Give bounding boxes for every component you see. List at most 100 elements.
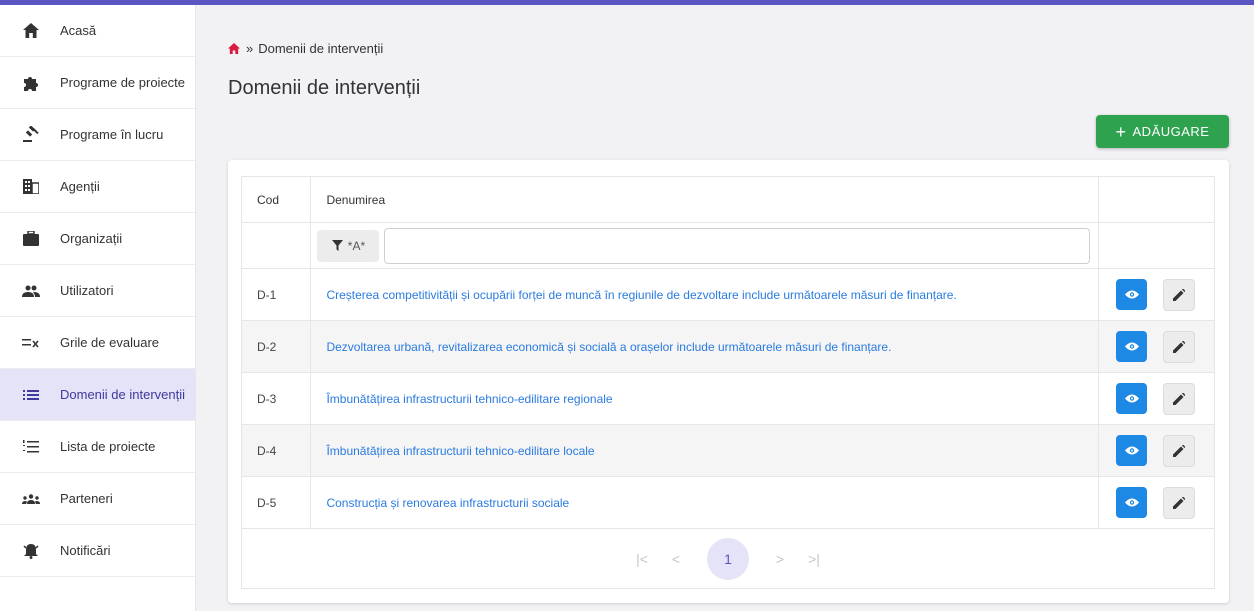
table-row: D-4 Îmbunătățirea infrastructurii tehnic… <box>240 424 1215 477</box>
sidebar-item-lista-de-proiecte[interactable]: Lista de proiecte <box>0 421 195 473</box>
sidebar-item-label: Programe în lucru <box>60 127 164 142</box>
row-actions <box>1098 424 1215 477</box>
people-icon <box>22 282 40 300</box>
main-content: » Domenii de intervenții Domenii de inte… <box>197 5 1254 611</box>
group-icon <box>22 490 40 508</box>
home-icon[interactable] <box>228 43 240 54</box>
filter-cell-empty <box>240 222 312 269</box>
row-name-link[interactable]: Îmbunătățirea infrastructurii tehnico-ed… <box>310 424 1100 477</box>
pencil-icon <box>1173 288 1186 301</box>
column-header-actions <box>1098 176 1215 223</box>
add-button-label: ADĂUGARE <box>1132 124 1210 139</box>
sidebar-item-acasa[interactable]: Acasă <box>0 5 195 57</box>
table-row: D-3 Îmbunătățirea infrastructurii tehnic… <box>240 372 1215 425</box>
filter-cell: *A* <box>310 222 1100 269</box>
sidebar-item-label: Lista de proiecte <box>60 439 156 454</box>
view-button[interactable] <box>1116 279 1148 310</box>
row-code: D-2 <box>240 320 312 373</box>
pencil-icon <box>1173 444 1186 457</box>
row-code: D-3 <box>240 372 312 425</box>
row-code: D-5 <box>240 476 312 529</box>
checklist-icon <box>22 334 40 352</box>
page-title: Domenii de intervenții <box>228 77 421 99</box>
breadcrumb-current: Domenii de intervenții <box>258 41 384 56</box>
eye-icon <box>1124 394 1139 403</box>
building-icon <box>22 178 40 196</box>
eye-icon <box>1124 290 1139 299</box>
edit-button[interactable] <box>1163 382 1196 415</box>
sidebar-item-label: Domenii de intervenții <box>60 387 186 402</box>
sidebar-item-domenii-de-interventii[interactable]: Domenii de intervenții <box>0 369 195 421</box>
sidebar-item-grile-de-evaluare[interactable]: Grile de evaluare <box>0 317 195 369</box>
edit-button[interactable] <box>1163 330 1196 363</box>
filter-cell-empty <box>1098 222 1215 269</box>
sidebar-item-label: Acasă <box>60 23 97 38</box>
bell-icon <box>22 542 40 560</box>
edit-button[interactable] <box>1163 434 1196 467</box>
sidebar-item-label: Notificări <box>60 543 111 558</box>
pencil-icon <box>1173 496 1186 509</box>
row-actions <box>1098 320 1215 373</box>
home-icon <box>22 22 40 40</box>
data-table: Cod Denumirea *A* D-1 Creșterea competit… <box>240 176 1215 589</box>
row-code: D-1 <box>240 268 312 321</box>
sidebar-item-programe-de-proiecte[interactable]: Programe de proiecte <box>0 57 195 109</box>
sidebar-item-label: Agenții <box>60 179 100 194</box>
row-actions <box>1098 476 1215 529</box>
pencil-icon <box>1173 340 1186 353</box>
row-name-link[interactable]: Îmbunătățirea infrastructurii tehnico-ed… <box>310 372 1100 425</box>
sidebar-item-label: Utilizatori <box>60 283 114 298</box>
prev-page-button[interactable]: < <box>659 551 693 567</box>
filter-icon <box>331 240 343 251</box>
filter-mode-label: *A* <box>347 238 366 253</box>
row-code: D-4 <box>240 424 312 477</box>
briefcase-icon <box>22 230 40 248</box>
table-row: D-2 Dezvoltarea urbană, revitalizarea ec… <box>240 320 1215 373</box>
sidebar-item-label: Parteneri <box>60 491 113 506</box>
row-name-link[interactable]: Dezvoltarea urbană, revitalizarea econom… <box>310 320 1100 373</box>
eye-icon <box>1124 498 1139 507</box>
view-button[interactable] <box>1116 383 1148 414</box>
filter-row: *A* <box>240 222 1215 269</box>
table-card: Cod Denumirea *A* D-1 Creșterea competit… <box>228 160 1229 603</box>
view-button[interactable] <box>1116 487 1148 518</box>
puzzle-icon <box>22 74 40 92</box>
pagination: |< < 1 > >| <box>242 537 1214 580</box>
view-button[interactable] <box>1116 435 1148 466</box>
row-actions <box>1098 268 1215 321</box>
last-page-button[interactable]: >| <box>797 551 831 567</box>
pagination-row: |< < 1 > >| <box>241 528 1215 589</box>
view-button[interactable] <box>1116 331 1148 362</box>
row-name-link[interactable]: Construcția și renovarea infrastructurii… <box>310 476 1100 529</box>
list-icon <box>22 386 40 404</box>
page-1-button[interactable]: 1 <box>707 537 749 580</box>
breadcrumb-separator: » <box>246 41 254 56</box>
breadcrumb: » Domenii de intervenții <box>228 41 383 56</box>
first-page-button[interactable]: |< <box>625 551 659 567</box>
sidebar-item-organizatii[interactable]: Organizații <box>0 213 195 265</box>
add-button[interactable]: + ADĂUGARE <box>1096 115 1229 148</box>
plus-icon: + <box>1115 121 1127 142</box>
eye-icon <box>1124 446 1139 455</box>
edit-button[interactable] <box>1163 486 1196 519</box>
eye-icon <box>1124 342 1139 351</box>
sidebar-item-notificari[interactable]: Notificări <box>0 525 195 577</box>
column-header-code[interactable]: Cod <box>240 176 312 223</box>
sidebar-item-label: Grile de evaluare <box>60 335 159 350</box>
column-header-name[interactable]: Denumirea <box>310 176 1100 223</box>
next-page-button[interactable]: > <box>763 551 797 567</box>
pencil-icon <box>1173 392 1186 405</box>
filter-input[interactable] <box>384 227 1091 264</box>
sidebar-item-parteneri[interactable]: Parteneri <box>0 473 195 525</box>
table-row: D-5 Construcția și renovarea infrastruct… <box>240 476 1215 529</box>
filter-mode-button[interactable]: *A* <box>317 229 380 262</box>
row-name-link[interactable]: Creșterea competitivității și ocupării f… <box>310 268 1100 321</box>
sidebar-item-utilizatori[interactable]: Utilizatori <box>0 265 195 317</box>
sidebar-item-label: Programe de proiecte <box>60 75 186 90</box>
table-row: D-1 Creșterea competitivității și ocupăr… <box>240 268 1215 321</box>
sidebar-item-programe-in-lucru[interactable]: Programe în lucru <box>0 109 195 161</box>
edit-button[interactable] <box>1163 278 1196 311</box>
row-actions <box>1098 372 1215 425</box>
gavel-icon <box>22 126 40 144</box>
sidebar-item-agentii[interactable]: Agenții <box>0 161 195 213</box>
